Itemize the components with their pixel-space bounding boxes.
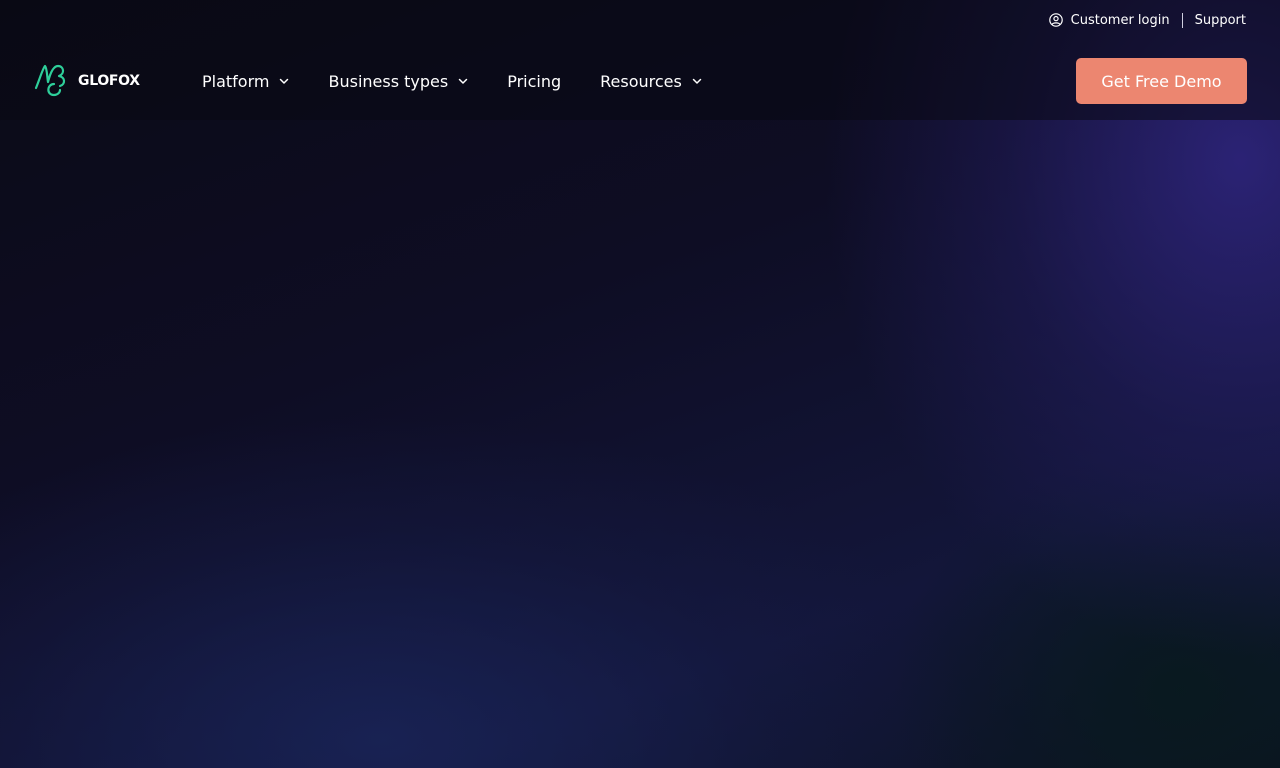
utility-divider [1181, 12, 1183, 28]
chevron-down-icon [280, 78, 289, 84]
main-nav: Platform Business types Pricing Resource… [202, 68, 702, 94]
nav-item-label: Platform [202, 71, 270, 91]
chevron-down-icon [692, 78, 702, 84]
utility-bar: Customer login Support [1048, 10, 1246, 30]
customer-login-link[interactable]: Customer login [1048, 12, 1170, 28]
nav-item-pricing[interactable]: Pricing [507, 72, 561, 91]
nav-item-resources[interactable]: Resources [600, 72, 702, 91]
nav-item-label: Pricing [507, 71, 562, 91]
customer-login-label: Customer login [1070, 12, 1170, 28]
nav-item-label: Business types [328, 71, 449, 91]
site-header: Customer login Support GLOFOX Platform B… [0, 0, 1280, 120]
support-link[interactable]: Support [1195, 13, 1246, 28]
glofox-logo-mark-icon [34, 64, 66, 97]
chevron-down-icon [458, 78, 468, 84]
logo-wordmark: GLOFOX [78, 73, 140, 89]
nav-item-label: Resources [600, 71, 682, 91]
nav-item-business-types[interactable]: Business types [328, 72, 468, 91]
glofox-logo[interactable]: GLOFOX [34, 62, 140, 98]
nav-item-platform[interactable]: Platform [202, 72, 289, 91]
user-circle-icon [1048, 13, 1063, 27]
get-free-demo-button[interactable]: Get Free Demo [1076, 58, 1247, 104]
